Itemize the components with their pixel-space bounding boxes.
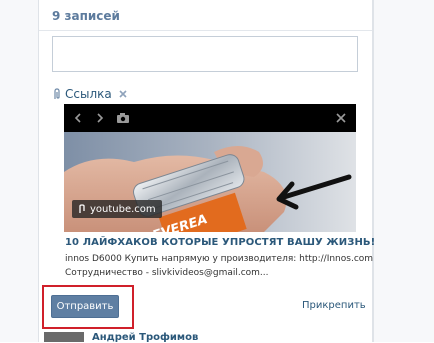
attachment-type-label: Ссылка: [65, 87, 112, 101]
link-icon: [79, 204, 85, 213]
records-count[interactable]: 9 записей: [52, 9, 120, 23]
prev-icon[interactable]: [74, 113, 82, 123]
close-icon[interactable]: [336, 113, 346, 123]
highlight-box: [42, 285, 134, 329]
attachment-header: Ссылка: [52, 86, 128, 102]
right-divider: [372, 0, 373, 342]
avatar[interactable]: [44, 332, 84, 342]
remove-attachment-icon[interactable]: [118, 89, 128, 99]
camera-icon[interactable]: [116, 112, 130, 124]
next-post-author[interactable]: Андрей Трофимов: [92, 332, 198, 343]
preview-title[interactable]: 10 ЛАЙФХАКОВ КОТОРЫЕ УПРОСТЯТ ВАШУ ЖИЗНЬ…: [65, 237, 375, 248]
description-line: Сотрудничество - slivkivideos@gmail.com.…: [65, 268, 269, 278]
source-badge[interactable]: youtube.com: [72, 200, 162, 218]
next-icon[interactable]: [96, 113, 104, 123]
description-line: innos D6000 Купить напрямую у производит…: [65, 254, 374, 264]
paperclip-icon: [54, 88, 60, 99]
post-input[interactable]: [52, 36, 358, 72]
preview-description: innos D6000 Купить напрямую у производит…: [65, 252, 374, 280]
video-toolbar: [64, 104, 356, 132]
attach-link[interactable]: Прикрепить: [302, 300, 366, 311]
source-domain: youtube.com: [90, 203, 156, 215]
wall-header: 9 записей: [39, 4, 372, 31]
